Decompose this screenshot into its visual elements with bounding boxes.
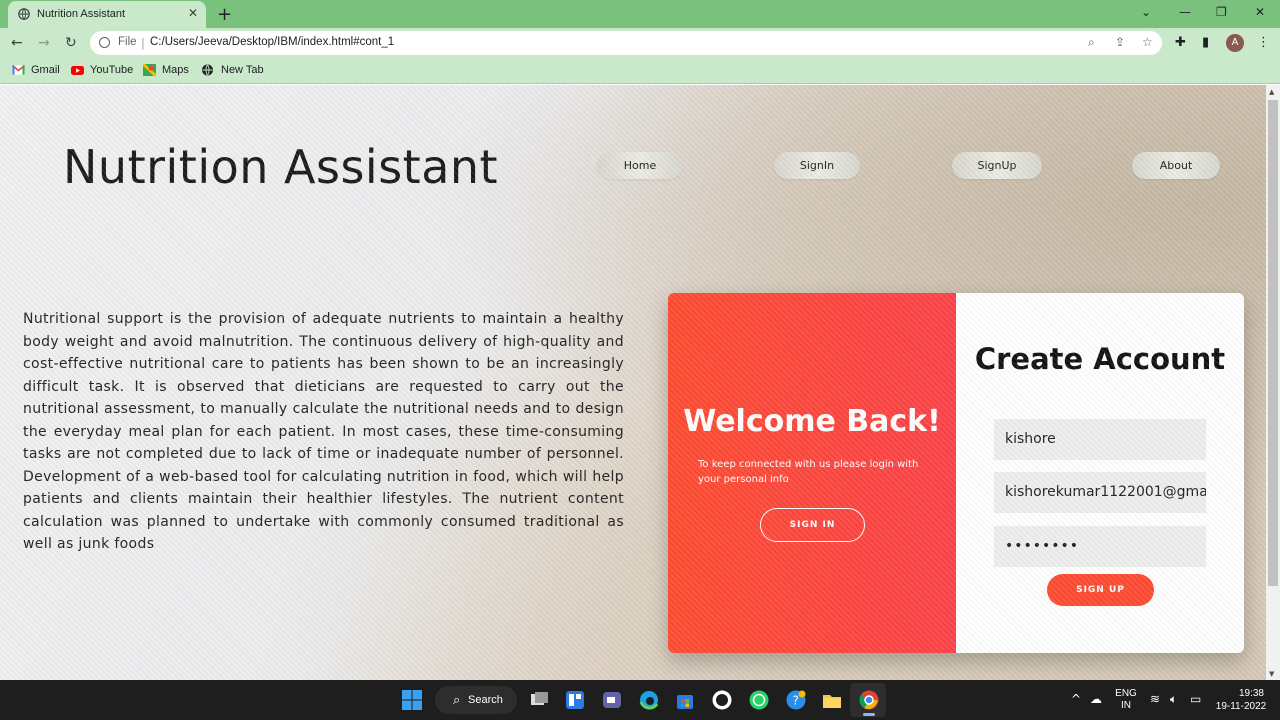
help-icon[interactable]: ? (785, 689, 807, 711)
browser-tab[interactable]: Nutrition Assistant ✕ (8, 1, 206, 28)
chevron-up-icon[interactable]: ^ (1071, 692, 1081, 706)
globe-icon (202, 64, 213, 76)
language-indicator[interactable]: ENG IN (1112, 688, 1140, 712)
whatsapp-icon[interactable] (748, 689, 770, 711)
menu-icon[interactable]: ⋮ (1257, 35, 1270, 50)
profile-avatar[interactable]: A (1226, 34, 1244, 52)
extensions-icon[interactable]: ✚ (1175, 35, 1186, 50)
back-icon[interactable]: ← (11, 35, 23, 51)
youtube-icon (71, 66, 84, 75)
volume-icon[interactable]: 🔈︎ (1170, 692, 1177, 707)
bookmark-gmail[interactable]: Gmail (31, 64, 60, 76)
bookmark-maps[interactable]: Maps (162, 64, 189, 76)
browser-tab-bar: Nutrition Assistant ✕ + ⌄ — ❐ ✕ (0, 0, 1280, 28)
url-text[interactable]: C:/Users/Jeeva/Desktop/IBM/index.html#co… (150, 36, 394, 48)
scroll-thumb[interactable] (1268, 100, 1278, 586)
search-icon: ⌕ (453, 692, 461, 707)
edge-icon[interactable] (638, 689, 660, 711)
nav-home-button[interactable]: Home (597, 152, 683, 179)
sign-up-button[interactable]: SIGN UP (1047, 574, 1154, 606)
bookmark-star-icon[interactable]: ☆ (1142, 35, 1153, 49)
description-text: Nutritional support is the provision of … (23, 311, 624, 552)
task-view-icon[interactable] (528, 689, 550, 711)
url-separator: | (141, 36, 145, 50)
share-icon[interactable]: ⇪ (1115, 35, 1125, 49)
address-bar[interactable]: File | C:/Users/Jeeva/Desktop/IBM/index.… (90, 31, 1162, 55)
file-scheme-label: File (118, 36, 137, 48)
maps-icon (143, 64, 156, 76)
taskbar-search-label: Search (468, 694, 503, 706)
bookmark-youtube[interactable]: YouTube (90, 64, 133, 76)
sign-in-button[interactable]: SIGN IN (760, 508, 865, 542)
new-tab-button[interactable]: + (217, 4, 232, 25)
windows-start-icon[interactable] (401, 689, 423, 711)
teams-chat-icon[interactable] (601, 689, 623, 711)
store-icon[interactable] (674, 689, 696, 711)
svg-text:?: ? (793, 694, 799, 708)
bookmarks-bar: Gmail YouTube Maps New Tab (0, 58, 1280, 84)
nav-signin-button[interactable]: SignIn (774, 152, 860, 179)
region-code: IN (1121, 700, 1131, 711)
gmail-icon (12, 64, 25, 75)
email-field[interactable]: kishorekumar1122001@gmail.com (994, 472, 1206, 513)
minimize-icon[interactable]: — (1179, 5, 1191, 19)
github-icon[interactable] (711, 689, 733, 711)
file-explorer-icon[interactable] (821, 689, 843, 711)
nav-about-button[interactable]: About (1132, 152, 1220, 179)
tab-title: Nutrition Assistant (37, 8, 126, 20)
signup-form: Create Account kishore kishorekumar11220… (956, 293, 1244, 653)
name-field[interactable]: kishore (994, 419, 1206, 460)
page-scrollbar[interactable]: ▲ ▼ (1266, 85, 1280, 680)
chrome-icon (859, 690, 879, 710)
tab-search-icon[interactable]: ⌄ (1141, 5, 1151, 19)
clock-date: 19-11-2022 (1215, 701, 1267, 712)
wifi-icon[interactable]: ≋ (1150, 692, 1160, 706)
welcome-title: Welcome Back! (683, 404, 941, 439)
welcome-text: To keep connected with us please login w… (698, 459, 919, 485)
scroll-down-icon[interactable]: ▼ (1269, 670, 1274, 678)
browser-toolbar: ← → ↻ File | C:/Users/Jeeva/Desktop/IBM/… (0, 28, 1280, 58)
maximize-icon[interactable]: ❐ (1216, 5, 1227, 19)
widgets-icon[interactable] (564, 689, 586, 711)
active-app-indicator (863, 713, 875, 716)
site-info-icon[interactable] (99, 37, 110, 48)
clock-time: 19:38 (1238, 688, 1264, 699)
site-title: Nutrition Assistant (63, 140, 499, 194)
scroll-up-icon[interactable]: ▲ (1269, 88, 1274, 96)
close-tab-icon[interactable]: ✕ (188, 6, 198, 20)
bookmark-new-tab[interactable]: New Tab (221, 64, 264, 76)
welcome-panel: Welcome Back! To keep connected with us … (668, 293, 956, 653)
language-code: ENG (1115, 688, 1137, 699)
globe-icon (18, 8, 30, 20)
reload-icon[interactable]: ↻ (65, 35, 77, 51)
auth-card: Welcome Back! To keep connected with us … (668, 293, 1244, 653)
form-title: Create Account (974, 342, 1226, 376)
forward-icon[interactable]: → (38, 35, 50, 51)
close-window-icon[interactable]: ✕ (1255, 5, 1265, 19)
chrome-taskbar-slot[interactable] (850, 683, 886, 717)
page-content: Nutrition Assistant Home SignIn SignUp A… (0, 85, 1266, 680)
nav-signup-button[interactable]: SignUp (952, 152, 1042, 179)
side-panel-icon[interactable]: ▮ (1202, 35, 1209, 50)
battery-icon[interactable]: ▭ (1190, 692, 1201, 706)
password-field[interactable]: •••••••• (994, 526, 1206, 567)
onedrive-icon[interactable]: ☁ (1090, 692, 1102, 706)
taskbar-search[interactable]: ⌕ Search (435, 686, 517, 714)
clock[interactable]: 19:38 19-11-2022 (1212, 687, 1270, 713)
zoom-icon[interactable]: ⌕ (1088, 35, 1095, 50)
taskbar: ⌕ Search ? ^ ☁ ENG IN ≋ 🔈︎ ▭ 19:38 19-11… (0, 680, 1280, 720)
